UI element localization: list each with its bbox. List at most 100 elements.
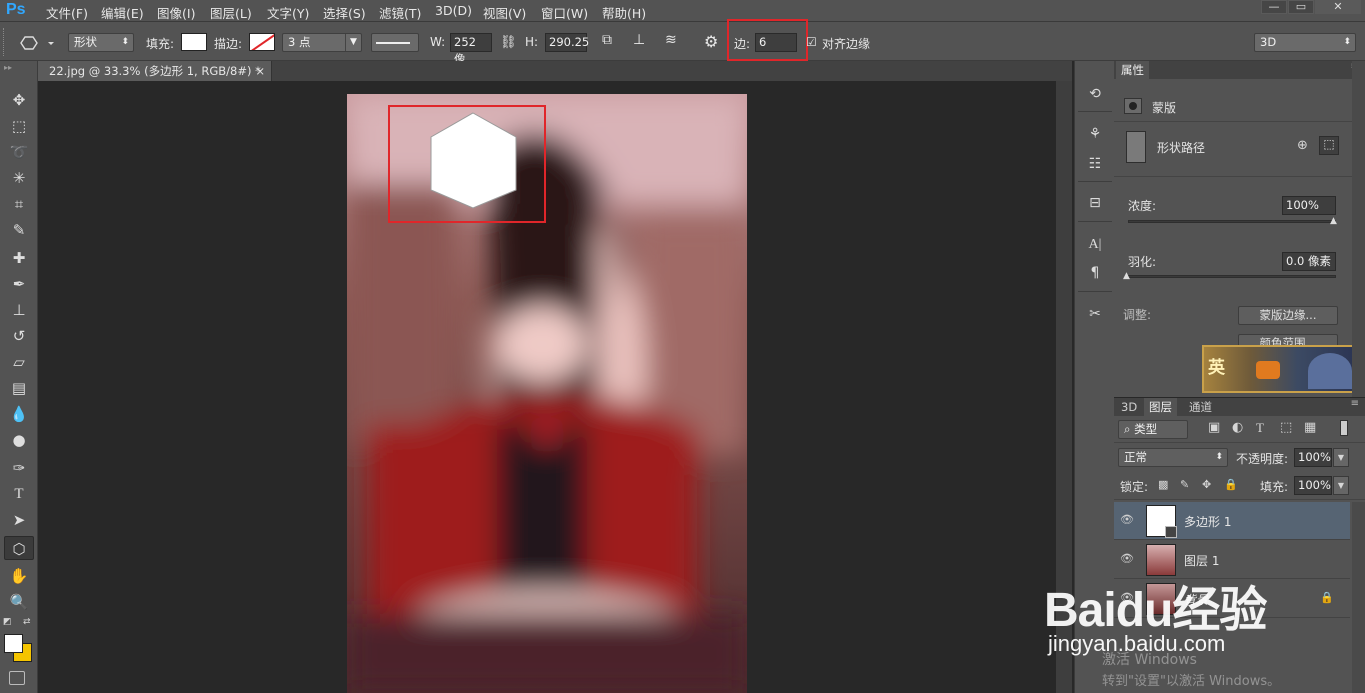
- align-edges-checkbox[interactable]: ☑: [806, 35, 817, 49]
- grip-handle[interactable]: [3, 28, 8, 56]
- quick-mask-icon[interactable]: [9, 671, 25, 685]
- link-icon[interactable]: ⛓: [500, 35, 517, 50]
- collapse-icon[interactable]: ▸▸: [4, 63, 12, 72]
- feather-slider[interactable]: [1128, 275, 1336, 278]
- menu-help[interactable]: 帮助(H): [602, 3, 646, 22]
- shape-mode-dropdown[interactable]: 形状 ⬍: [68, 33, 134, 52]
- tab-channels[interactable]: 通道: [1184, 398, 1217, 416]
- tab-properties[interactable]: 属性: [1116, 61, 1149, 79]
- add-vector-mask-icon[interactable]: ⊕: [1297, 138, 1308, 153]
- fill-swatch[interactable]: [181, 33, 207, 51]
- opacity-field[interactable]: 100%: [1294, 448, 1332, 467]
- feather-field[interactable]: 0.0 像素: [1282, 252, 1336, 271]
- menu-file[interactable]: 文件(F): [46, 3, 88, 22]
- adjustments-icon[interactable]: ☷: [1083, 153, 1107, 175]
- blend-mode-dropdown[interactable]: 正常 ⬍: [1118, 448, 1228, 467]
- menu-image[interactable]: 图像(I): [157, 3, 195, 22]
- polygon-tool-icon[interactable]: ⬡: [4, 536, 34, 560]
- paragraph-icon[interactable]: ¶: [1083, 262, 1107, 284]
- eraser-icon[interactable]: ▱: [4, 350, 34, 374]
- density-field[interactable]: 100%: [1282, 196, 1336, 215]
- lasso-tool-icon[interactable]: ➰: [4, 140, 34, 164]
- path-arrangement-icon[interactable]: ≋: [665, 32, 677, 48]
- visibility-eye-icon[interactable]: 👁: [1120, 552, 1136, 565]
- stroke-width-dropdown[interactable]: 3 点 ▼: [282, 33, 362, 52]
- filter-smart-object-icon[interactable]: ▦: [1304, 420, 1316, 435]
- tool-preset-picker[interactable]: [18, 34, 62, 52]
- width-field[interactable]: 252 像: [450, 33, 492, 66]
- lock-transparent-icon[interactable]: ▩: [1158, 478, 1168, 491]
- workspace-dropdown[interactable]: 3D ⬍: [1254, 33, 1356, 52]
- filter-toggle-icon[interactable]: [1340, 420, 1348, 436]
- path-selection-icon[interactable]: ➤: [4, 508, 34, 532]
- move-tool-icon[interactable]: ✥: [4, 88, 34, 112]
- document-tab[interactable]: 22.jpg @ 33.3% (多边形 1, RGB/8#) * ×: [38, 61, 272, 81]
- default-colors-icon[interactable]: ◩: [3, 617, 12, 627]
- lock-all-icon[interactable]: 🔒: [1224, 478, 1238, 491]
- mask-edge-button[interactable]: 蒙版边缘...: [1238, 306, 1338, 325]
- type-tool-icon[interactable]: T: [4, 482, 34, 506]
- hand-tool-icon[interactable]: ✋: [4, 564, 34, 588]
- dodge-tool-icon[interactable]: ●: [4, 428, 34, 452]
- height-field[interactable]: 290.25: [545, 33, 589, 52]
- history-icon[interactable]: ⟲: [1083, 83, 1107, 105]
- filter-type-dropdown[interactable]: ⌕ 类型: [1118, 420, 1188, 439]
- restore-button[interactable]: ▭: [1288, 0, 1314, 14]
- layer-comps-icon[interactable]: ⊟: [1083, 192, 1107, 214]
- tab-layers[interactable]: 图层: [1144, 398, 1177, 416]
- sides-field[interactable]: 6: [755, 33, 797, 52]
- menu-layer[interactable]: 图层(L): [210, 3, 252, 22]
- lock-position-icon[interactable]: ✥: [1202, 478, 1211, 491]
- properties-scrollbar[interactable]: [1352, 61, 1365, 397]
- brush-presets-icon[interactable]: ⚘: [1083, 123, 1107, 145]
- zoom-tool-icon[interactable]: 🔍: [4, 590, 34, 614]
- menu-view[interactable]: 视图(V): [483, 3, 526, 22]
- fill-field[interactable]: 100%: [1294, 476, 1332, 495]
- brush-tool-icon[interactable]: ✒: [4, 272, 34, 296]
- foreground-color-swatch[interactable]: [4, 634, 23, 653]
- menu-window[interactable]: 窗口(W): [541, 3, 588, 22]
- tools-icon[interactable]: ✂: [1083, 303, 1107, 325]
- pen-tool-icon[interactable]: ✑: [4, 456, 34, 480]
- magic-wand-icon[interactable]: ✳: [4, 166, 34, 190]
- tab-3d[interactable]: 3D: [1116, 398, 1142, 416]
- menu-filter[interactable]: 滤镜(T): [379, 3, 421, 22]
- menu-3d[interactable]: 3D(D): [435, 3, 472, 18]
- chevron-down-icon[interactable]: ▼: [1333, 448, 1349, 467]
- filter-shape-icon[interactable]: ⬚: [1280, 420, 1292, 435]
- layers-scrollbar[interactable]: [1352, 502, 1365, 693]
- chevron-down-icon[interactable]: ▼: [1333, 476, 1349, 495]
- game-ad-banner[interactable]: 英: [1202, 345, 1362, 393]
- menu-edit[interactable]: 编辑(E): [101, 3, 144, 22]
- slider-handle-icon[interactable]: ▲: [1123, 271, 1130, 281]
- vector-mask-icon[interactable]: ⬚: [1319, 136, 1339, 155]
- path-operations-icon[interactable]: ⧉: [602, 32, 612, 48]
- density-slider[interactable]: [1128, 220, 1336, 223]
- clone-stamp-icon[interactable]: ⊥: [4, 298, 34, 322]
- gear-icon[interactable]: ⚙: [704, 32, 718, 51]
- close-tab-icon[interactable]: ×: [255, 61, 265, 81]
- eyedropper-icon[interactable]: ✎: [4, 218, 34, 242]
- minimize-button[interactable]: —: [1261, 0, 1287, 14]
- blur-tool-icon[interactable]: 💧: [4, 402, 34, 426]
- menu-type[interactable]: 文字(Y): [267, 3, 309, 22]
- filter-adjustment-icon[interactable]: ◐: [1232, 420, 1243, 435]
- filter-pixel-icon[interactable]: ▣: [1208, 420, 1220, 435]
- path-alignment-icon[interactable]: ⊥: [633, 32, 645, 48]
- panel-menu-icon[interactable]: ≡: [1351, 398, 1359, 409]
- filter-type-icon[interactable]: T: [1256, 420, 1264, 436]
- marquee-tool-icon[interactable]: ⬚: [4, 114, 34, 138]
- healing-brush-icon[interactable]: ✚: [4, 246, 34, 270]
- close-window-button[interactable]: ✕: [1315, 0, 1361, 14]
- history-brush-icon[interactable]: ↺: [4, 324, 34, 348]
- crop-tool-icon[interactable]: ⌗: [4, 192, 34, 216]
- layer-row[interactable]: 👁 多边形 1: [1114, 502, 1350, 540]
- gradient-tool-icon[interactable]: ▤: [4, 376, 34, 400]
- swap-colors-icon[interactable]: ⇄: [23, 617, 31, 627]
- stroke-swatch[interactable]: [249, 33, 275, 51]
- visibility-eye-icon[interactable]: 👁: [1120, 513, 1136, 526]
- slider-handle-icon[interactable]: ▲: [1330, 216, 1337, 226]
- character-icon[interactable]: A|: [1083, 234, 1107, 256]
- lock-image-icon[interactable]: ✎: [1180, 478, 1189, 491]
- stroke-type-dropdown[interactable]: [371, 33, 419, 52]
